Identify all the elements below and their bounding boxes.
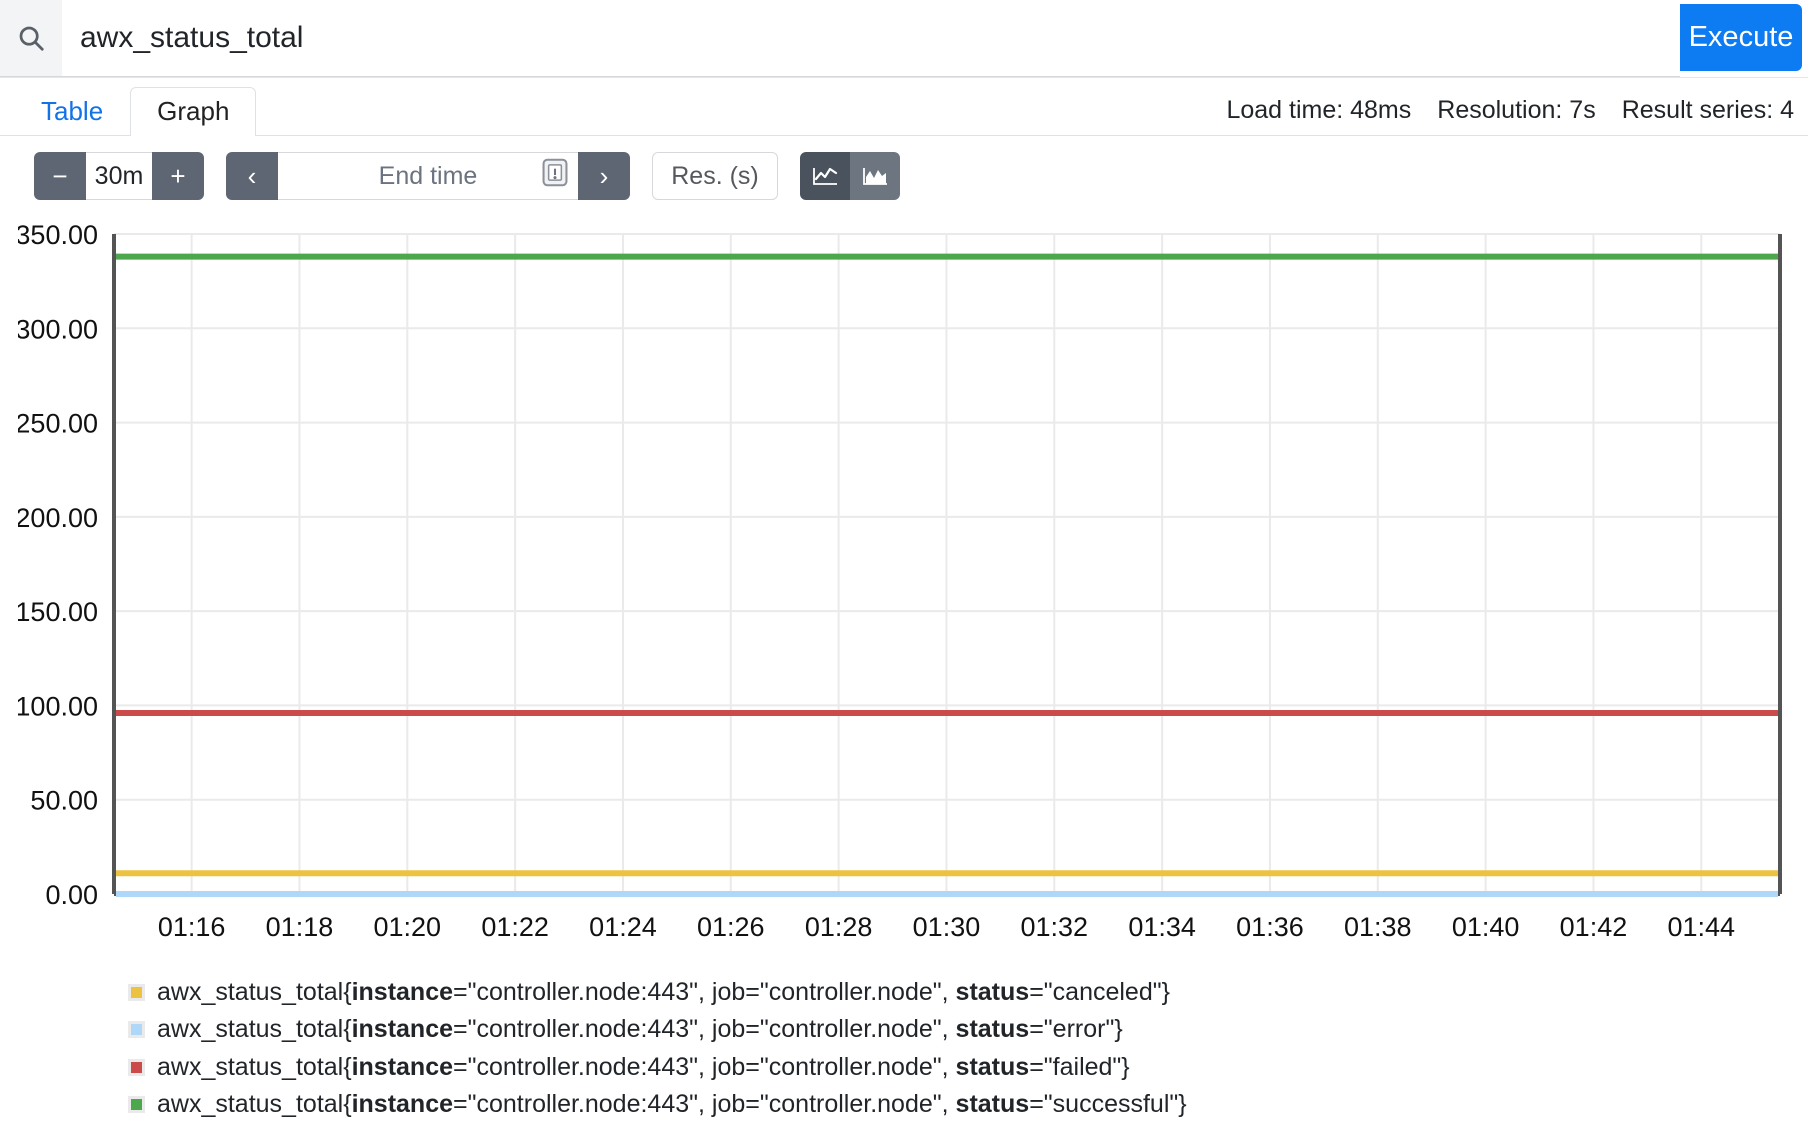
end-time-placeholder: End time — [378, 161, 478, 190]
x-axis-tick: 01:36 — [1236, 912, 1304, 942]
y-axis-tick: 300.00 — [18, 314, 98, 344]
y-axis-tick: 200.00 — [18, 503, 98, 533]
tab-table[interactable]: Table — [14, 87, 130, 136]
x-axis-tick: 01:32 — [1021, 912, 1089, 942]
y-axis-tick: 50.00 — [30, 786, 98, 816]
legend-swatch-successful — [128, 1095, 145, 1113]
calendar-icon[interactable] — [542, 158, 568, 194]
y-axis-tick: 0.00 — [45, 880, 98, 910]
resolution-stat: Resolution: 7s — [1437, 96, 1596, 124]
legend-swatch-canceled — [128, 984, 145, 1002]
execute-button[interactable]: Execute — [1680, 4, 1802, 71]
x-axis-tick: 01:34 — [1128, 912, 1196, 942]
prometheus-graph-page: Execute Table Graph Load time: 48ms Reso… — [0, 0, 1808, 1123]
legend-item-canceled[interactable]: awx_status_total{instance="controller.no… — [128, 977, 1808, 1008]
x-axis-tick: 01:38 — [1344, 912, 1412, 942]
time-back-button[interactable]: ‹ — [226, 152, 278, 200]
legend-item-failed[interactable]: awx_status_total{instance="controller.no… — [128, 1052, 1808, 1083]
y-axis-tick: 150.00 — [18, 597, 98, 627]
results-tabs-row: Table Graph Load time: 48ms Resolution: … — [0, 78, 1808, 136]
legend-label-error: awx_status_total{instance="controller.no… — [157, 1015, 1123, 1044]
x-axis-tick: 01:16 — [158, 912, 226, 942]
query-bar: Execute — [0, 0, 1808, 78]
x-axis-tick: 01:20 — [374, 912, 442, 942]
x-axis-tick: 01:24 — [589, 912, 657, 942]
graph-controls-toolbar: − 30m + ‹ End time › — [0, 136, 1808, 216]
legend-swatch-error — [128, 1021, 145, 1039]
time-forward-button[interactable]: › — [578, 152, 630, 200]
x-axis-tick: 01:18 — [266, 912, 334, 942]
legend-label-failed: awx_status_total{instance="controller.no… — [157, 1052, 1130, 1081]
line-chart-icon[interactable] — [800, 152, 850, 200]
query-input[interactable] — [62, 0, 1680, 77]
end-time-group: ‹ End time › — [226, 152, 630, 200]
x-axis-tick: 01:30 — [913, 912, 981, 942]
legend-item-successful[interactable]: awx_status_total{instance="controller.no… — [128, 1089, 1808, 1120]
x-axis-tick: 01:40 — [1452, 912, 1520, 942]
time-series-chart[interactable]: 0.00 50.00 100.00 150.00 200.00 250.00 300.00 3… — [18, 222, 1790, 967]
legend-label-canceled: awx_status_total{instance="controller.no… — [157, 978, 1170, 1006]
range-value[interactable]: 30m — [86, 152, 152, 200]
search-icon — [0, 0, 62, 77]
range-decrease-button[interactable]: − — [34, 152, 86, 200]
result-series-stat: Result series: 4 — [1621, 96, 1794, 124]
chart-type-toggle — [800, 152, 900, 200]
y-axis-tick: 100.00 — [18, 691, 98, 721]
x-axis-tick: 01:28 — [805, 912, 873, 942]
query-stats: Load time: 48ms Resolution: 7s Result se… — [1226, 96, 1794, 125]
stacked-area-chart-icon[interactable] — [850, 152, 900, 200]
y-axis-tick: 250.00 — [18, 409, 98, 439]
x-axis-tick: 01:44 — [1667, 912, 1735, 942]
load-time-stat: Load time: 48ms — [1226, 96, 1412, 124]
legend-item-error[interactable]: awx_status_total{instance="controller.no… — [128, 1014, 1808, 1045]
y-axis-tick: 350.00 — [18, 222, 98, 250]
tab-graph[interactable]: Graph — [130, 87, 257, 136]
legend-label-successful: awx_status_total{instance="controller.no… — [157, 1089, 1187, 1118]
x-axis-tick: 01:26 — [697, 912, 765, 942]
chart-legend: awx_status_total{instance="controller.no… — [128, 977, 1808, 1120]
range-increase-button[interactable]: + — [152, 152, 204, 200]
end-time-input[interactable]: End time — [278, 152, 578, 200]
x-axis-tick: 01:42 — [1560, 912, 1628, 942]
legend-swatch-failed — [128, 1058, 145, 1076]
results-tabs: Table Graph — [14, 86, 257, 136]
graph-panel[interactable]: 0.00 50.00 100.00 150.00 200.00 250.00 300.00 3… — [0, 222, 1808, 967]
x-axis-tick: 01:22 — [481, 912, 549, 942]
resolution-input[interactable] — [652, 152, 778, 200]
range-stepper: − 30m + — [34, 152, 204, 200]
